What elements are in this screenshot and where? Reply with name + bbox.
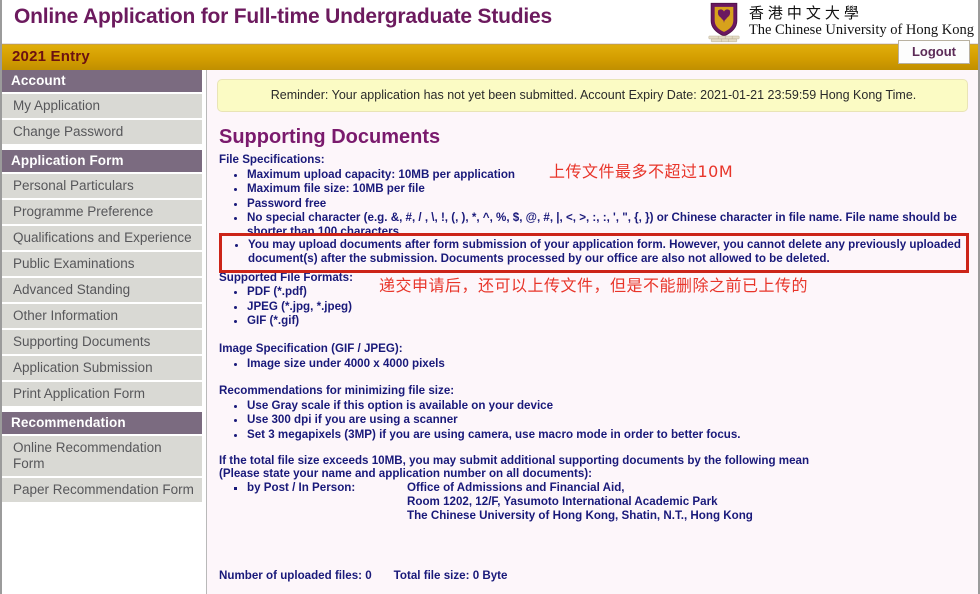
address-line: Office of Admissions and Financial Aid, — [407, 480, 625, 494]
logout-button[interactable]: Logout — [898, 40, 970, 64]
cuhk-logo: 香港中文大學 The Chinese University of Hong Ko… — [706, 1, 974, 43]
list-item: by Post / In Person: Office of Admission… — [247, 481, 978, 523]
entry-year-label: 2021 Entry — [12, 48, 90, 65]
sidebar-section-recommendation: Recommendation — [2, 412, 202, 434]
sidebar-item-my-application[interactable]: My Application — [2, 94, 202, 118]
logo-wordmark: 香港中文大學 The Chinese University of Hong Ko… — [749, 6, 974, 38]
sidebar-navigation: Account My Application Change Password A… — [2, 70, 207, 594]
cuhk-crest-icon — [708, 2, 740, 43]
logo-english-name: The Chinese University of Hong Kong — [748, 22, 974, 39]
address-line: Room 1202, 12/F, Yasumoto International … — [407, 494, 718, 508]
list-item: Maximum file size: 10MB per file — [247, 182, 978, 196]
recommendations-list: Use Gray scale if this option is availab… — [219, 399, 978, 442]
post-in-person-row: by Post / In Person: Office of Admission… — [247, 481, 978, 523]
page-title: Supporting Documents — [219, 126, 441, 148]
page-body: Account My Application Change Password A… — [2, 70, 978, 594]
highlighted-notice-list: You may upload documents after form subm… — [222, 238, 962, 266]
annotation-upload-limit: 上传文件最多不超过10M — [549, 162, 734, 181]
total-file-size: Total file size: 0 Byte — [393, 569, 508, 582]
application-page: Online Application for Full-time Undergr… — [0, 0, 980, 594]
post-method-label: by Post / In Person: — [247, 480, 356, 494]
supporting-documents-instructions: File Specifications: Maximum upload capa… — [219, 153, 978, 523]
post-address-block: Office of Admissions and Financial Aid, … — [407, 481, 978, 523]
sidebar-item-personal-particulars[interactable]: Personal Particulars — [2, 174, 202, 198]
sidebar-item-programme-preference[interactable]: Programme Preference — [2, 200, 202, 224]
image-specification-heading: Image Specification (GIF / JPEG): — [219, 341, 403, 355]
exceed-size-line-2: (Please state your name and application … — [219, 467, 593, 481]
sidebar-item-supporting-documents[interactable]: Supporting Documents — [2, 330, 202, 354]
list-item: Use Gray scale if this option is availab… — [247, 399, 978, 413]
list-item: Image size under 4000 x 4000 pixels — [247, 357, 978, 371]
sidebar-item-print-application-form[interactable]: Print Application Form — [2, 382, 202, 406]
reminder-banner: Reminder: Your application has not yet b… — [217, 79, 968, 112]
list-item: Password free — [247, 197, 978, 211]
sidebar-section-application-form: Application Form — [2, 150, 202, 172]
upload-summary: Number of uploaded files: 0 Total file si… — [219, 569, 508, 582]
exceed-size-line-1: If the total file size exceeds 10MB, you… — [219, 453, 810, 467]
sidebar-item-qualifications-and-experience[interactable]: Qualifications and Experience — [2, 226, 202, 250]
entry-year-bar: 2021 Entry Logout — [2, 40, 978, 70]
page-title-banner: Online Application for Full-time Undergr… — [14, 5, 552, 28]
highlighted-upload-notice-box: You may upload documents after form subm… — [219, 233, 969, 273]
list-item: Set 3 megapixels (3MP) if you are using … — [247, 428, 978, 442]
main-content: Reminder: Your application has not yet b… — [207, 70, 978, 594]
page-header: Online Application for Full-time Undergr… — [2, 0, 978, 44]
sidebar-item-online-recommendation-form[interactable]: Online Recommendation Form — [2, 436, 202, 476]
sidebar-item-paper-recommendation-form[interactable]: Paper Recommendation Form — [2, 478, 202, 502]
list-item: GIF (*.gif) — [247, 314, 978, 328]
list-item: Use 300 dpi if you are using a scanner — [247, 413, 978, 427]
submission-methods-list: by Post / In Person: Office of Admission… — [219, 481, 978, 523]
annotation-upload-after-submission: 递交申请后，还可以上传文件，但是不能删除之前已上传的 — [379, 276, 809, 295]
sidebar-item-public-examinations[interactable]: Public Examinations — [2, 252, 202, 276]
sidebar-item-change-password[interactable]: Change Password — [2, 120, 202, 144]
sidebar-item-advanced-standing[interactable]: Advanced Standing — [2, 278, 202, 302]
sidebar-item-application-submission[interactable]: Application Submission — [2, 356, 202, 380]
sidebar-section-account: Account — [2, 70, 202, 92]
sidebar-item-other-information[interactable]: Other Information — [2, 304, 202, 328]
logo-chinese-name: 香港中文大學 — [748, 4, 863, 23]
list-item: JPEG (*.jpg, *.jpeg) — [247, 300, 978, 314]
address-line: The Chinese University of Hong Kong, Sha… — [407, 508, 753, 522]
list-item: You may upload documents after form subm… — [248, 238, 962, 266]
image-specification-list: Image size under 4000 x 4000 pixels — [219, 357, 978, 371]
uploaded-files-count: Number of uploaded files: 0 — [219, 569, 372, 582]
recommendations-heading: Recommendations for minimizing file size… — [219, 384, 455, 398]
